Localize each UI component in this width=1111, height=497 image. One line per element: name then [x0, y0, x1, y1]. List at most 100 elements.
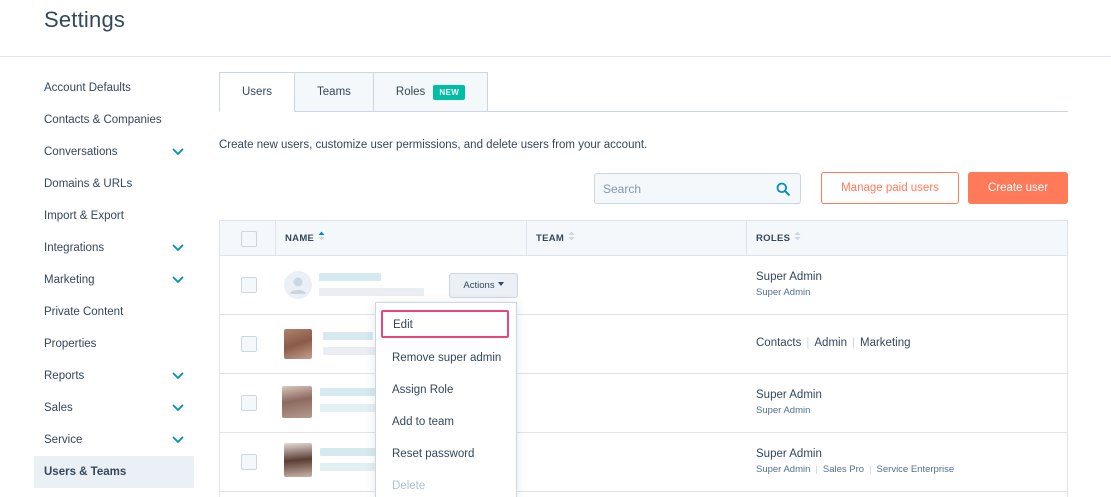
sidebar-item-contacts-companies[interactable]: Contacts & Companies [34, 104, 194, 136]
menu-item-add-to-team[interactable]: Add to team [376, 406, 516, 438]
search-input[interactable] [595, 174, 765, 203]
role-separator: | [869, 464, 872, 475]
avatar [284, 329, 312, 359]
column-header-label: ROLES [756, 233, 791, 245]
role-secondary-list: Super Admin | Sales Pro | Service Enterprise [756, 464, 954, 475]
sidebar-item-account-defaults[interactable]: Account Defaults [34, 72, 194, 104]
role-primary: Super Admin [756, 271, 822, 283]
column-header-roles[interactable]: ROLES [756, 221, 801, 256]
sidebar-item-integrations[interactable]: Integrations [34, 232, 194, 264]
select-all-checkbox[interactable] [241, 231, 257, 247]
redacted-user-name [320, 388, 376, 396]
avatar [284, 271, 312, 299]
tab-roles[interactable]: Roles NEW [373, 72, 489, 112]
role-separator: | [815, 464, 818, 475]
sidebar-item-label: Conversations [44, 146, 118, 158]
sidebar-item-label: Users & Teams [44, 466, 127, 478]
page-title: Settings [44, 7, 126, 32]
sidebar-item-label: Account Defaults [44, 82, 131, 94]
table-row[interactable]: Contacts | Admin | Marketing [220, 315, 1067, 374]
role-separator: | [852, 337, 855, 349]
role-separator: | [806, 337, 810, 349]
menu-item-remove-super-admin[interactable]: Remove super admin [376, 342, 516, 374]
sidebar-item-conversations[interactable]: Conversations [34, 136, 194, 168]
sidebar-item-label: Private Content [44, 306, 124, 318]
redacted-user-name [320, 448, 376, 456]
row-checkbox[interactable] [241, 454, 257, 470]
chevron-down-icon[interactable] [172, 371, 184, 381]
redacted-user-email [320, 463, 380, 471]
menu-item-delete: Delete [392, 480, 426, 492]
create-user-button[interactable]: Create user [968, 172, 1068, 204]
sidebar-item-users-teams[interactable]: Users & Teams [34, 456, 194, 488]
role-item: Sales Pro [822, 464, 865, 475]
role-primary: Super Admin [756, 389, 822, 401]
row-checkbox[interactable] [241, 277, 257, 293]
chevron-down-icon[interactable] [172, 275, 184, 285]
sidebar-item-sales[interactable]: Sales [34, 392, 194, 424]
row-checkbox[interactable] [241, 336, 257, 352]
settings-sidebar: Account Defaults Contacts & Companies Co… [34, 72, 194, 488]
avatar [284, 443, 312, 477]
tab-label: Roles [395, 85, 426, 98]
sidebar-item-label: Sales [44, 402, 73, 414]
sidebar-item-import-export[interactable]: Import & Export [34, 200, 194, 232]
manage-paid-users-button[interactable]: Manage paid users [821, 172, 959, 204]
search-icon[interactable] [776, 182, 790, 201]
column-divider [526, 221, 527, 256]
sort-arrows-icon[interactable] [568, 221, 575, 256]
sidebar-item-domains-urls[interactable]: Domains & URLs [34, 168, 194, 200]
users-table: NAME TEAM ROLES Actions Super Admin Supe… [219, 220, 1068, 497]
row-checkbox[interactable] [241, 395, 257, 411]
role-item: Super Admin [756, 464, 811, 475]
tab-divider [487, 111, 1068, 112]
tab-users[interactable]: Users [219, 72, 296, 112]
role-list: Contacts | Admin | Marketing [756, 337, 911, 349]
role-item: Marketing [860, 337, 911, 349]
chevron-down-icon[interactable] [172, 147, 184, 157]
column-header-label: TEAM [536, 233, 565, 245]
role-item: Service Enterprise [876, 464, 955, 475]
actions-dropdown-button[interactable]: Actions [449, 273, 518, 298]
chevron-down-icon[interactable] [172, 243, 184, 253]
column-header-team[interactable]: TEAM [536, 221, 575, 256]
column-header-name[interactable]: NAME [285, 221, 325, 256]
menu-item-assign-role[interactable]: Assign Role [376, 374, 516, 406]
sidebar-item-label: Service [44, 434, 83, 446]
role-primary: Super Admin [756, 448, 822, 460]
caret-down-icon [497, 282, 504, 287]
page-header: Settings [0, 0, 1111, 57]
chevron-down-icon[interactable] [172, 435, 184, 445]
table-row[interactable]: Super Admin Super Admin [220, 374, 1067, 433]
sidebar-item-properties[interactable]: Properties [34, 328, 194, 360]
table-row[interactable]: Super Admin Super Admin | Sales Pro | Servic… [220, 433, 1067, 492]
redacted-user-email [319, 288, 424, 296]
sidebar-item-label: Marketing [44, 274, 95, 286]
tab-label: Users [242, 85, 273, 98]
role-item: Admin [814, 337, 847, 349]
menu-item-edit[interactable]: Edit [381, 310, 509, 338]
sidebar-item-marketing[interactable]: Marketing [34, 264, 194, 296]
search-box [594, 173, 801, 204]
sort-arrows-icon[interactable] [794, 221, 801, 256]
column-header-label: NAME [285, 233, 315, 245]
sidebar-item-label: Domains & URLs [44, 178, 133, 190]
table-row[interactable]: Actions Super Admin Super Admin [220, 256, 1067, 315]
sidebar-item-service[interactable]: Service [34, 424, 194, 456]
sidebar-item-private-content[interactable]: Private Content [34, 296, 194, 328]
actions-menu: Edit Remove super admin Assign Role Add … [375, 302, 517, 497]
menu-item-reset-password[interactable]: Reset password [376, 438, 516, 470]
redacted-user-email [323, 347, 378, 355]
sidebar-item-reports[interactable]: Reports [34, 360, 194, 392]
tab-teams[interactable]: Teams [295, 72, 374, 112]
redacted-user-email [320, 404, 380, 412]
tab-label: Teams [317, 85, 351, 98]
page-description: Create new users, customize user permiss… [219, 139, 648, 151]
column-divider [275, 221, 276, 256]
sort-ascending-icon[interactable] [318, 221, 325, 256]
redacted-user-name [319, 273, 381, 281]
column-divider [746, 221, 747, 256]
sidebar-item-label: Contacts & Companies [44, 114, 162, 126]
sidebar-item-label: Integrations [44, 242, 105, 254]
chevron-down-icon[interactable] [172, 403, 184, 413]
